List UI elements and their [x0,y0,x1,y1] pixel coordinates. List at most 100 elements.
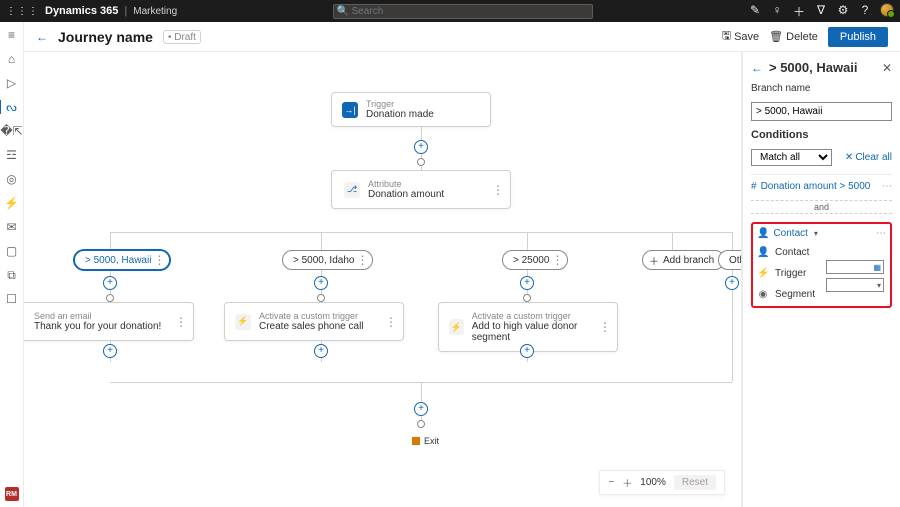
rail-journeys-icon[interactable]: ᔓ [6,100,17,114]
add-after-trigger[interactable]: + [414,140,428,154]
add-under-branch-1[interactable]: + [103,276,117,290]
journey-canvas[interactable]: →| Trigger Donation made + ⎇ Attribute [24,52,742,507]
add-icon[interactable]: ＋ [792,3,806,20]
add-after-action-3[interactable]: + [520,344,534,358]
settings-icon[interactable]: ⚙ [836,3,850,20]
avatar[interactable] [880,3,894,17]
condition-row[interactable]: # Donation amount > 5000 ⋯ [751,174,892,192]
plus-icon: ＋ [649,253,659,268]
rail-sms-icon[interactable]: ▢ [6,244,17,258]
global-search[interactable] [333,4,593,19]
connector-b1 [106,294,114,302]
connector-b2 [317,294,325,302]
add-under-branch-3[interactable]: + [520,276,534,290]
rail-chart-icon[interactable]: ⧉ [7,268,16,282]
assistant-icon[interactable]: ✎ [748,3,762,20]
add-after-action-1[interactable]: + [103,344,117,358]
rail-list-icon[interactable]: ☲ [6,148,17,162]
rail-profile[interactable]: RM [5,487,19,501]
rail-target-icon[interactable]: ◎ [6,172,16,186]
rail-mail-icon[interactable]: ✉ [6,220,16,234]
add-under-branch-2[interactable]: + [314,276,328,290]
branch-name-input[interactable] [751,102,892,121]
back-button[interactable]: ← [36,30,48,44]
clear-icon: ✕ [845,152,853,163]
condition-text: Donation amount > 5000 [761,181,871,192]
delete-button[interactable]: 🗑Delete [769,30,818,43]
action-node-1[interactable]: Send an email Thank you for your donatio… [24,302,194,341]
status-chip: • Draft [163,30,201,44]
select-caret-icon: ▾ [877,281,881,290]
branch-pill-2[interactable]: > 5000, Idaho⋮ [282,250,373,270]
properties-panel: ← > 5000, Hawaii ✕ Branch name Condition… [742,52,900,507]
attribute-field-slot[interactable]: ▦ [826,260,884,274]
branch-pill-other[interactable]: Other [718,250,742,270]
add-after-action-2[interactable]: + [314,344,328,358]
source-dropdown[interactable]: 👤 Contact▾ ⋯ [757,228,886,239]
rail-form-icon[interactable]: ☐ [6,292,17,306]
trigger-activate-icon: ⚡ [235,314,251,330]
match-select[interactable]: Match all [751,149,832,166]
save-icon: 🖫 [722,27,731,46]
attribute-text: Donation amount [368,189,444,200]
save-button[interactable]: 🖫Save [722,27,759,46]
and-separator: and [751,200,892,214]
publish-button[interactable]: Publish [828,27,888,47]
trigger-node[interactable]: →| Trigger Donation made [331,92,491,127]
lightbulb-icon[interactable]: ♀ [770,3,784,20]
zoom-level: 100% [640,477,666,488]
panel-close-button[interactable]: ✕ [882,61,892,75]
app-area: Marketing [133,6,177,17]
action-3-more[interactable]: ⋮ [599,320,611,334]
action-1-text: Thank you for your donation! [34,321,161,332]
branch-1-more[interactable]: ⋮ [153,253,165,267]
action-1-more[interactable]: ⋮ [175,315,187,329]
contact-icon: 👤 [757,228,769,239]
rail-play-icon[interactable]: ▷ [7,76,16,90]
attribute-source-picker: 👤 Contact▾ ⋯ 👤 Contact ⚡ Trigger ◉ S [751,222,892,308]
action-node-2[interactable]: ⚡ Activate a custom trigger Create sales… [224,302,404,341]
contact-option-icon: 👤 [757,247,769,258]
action-2-text: Create sales phone call [259,321,364,332]
source-option-contact[interactable]: 👤 Contact [757,245,886,260]
app-launcher[interactable]: ⋮⋮⋮ [6,6,39,17]
source-more[interactable]: ⋯ [876,228,886,239]
help-icon[interactable]: ? [858,3,872,20]
branch-pill-1[interactable]: > 5000, Hawaii⋮ [74,250,170,270]
zoom-reset-button[interactable]: Reset [674,475,716,490]
action-2-more[interactable]: ⋮ [385,315,397,329]
action-3-text: Add to high value donor segment [472,321,607,343]
add-branch-button[interactable]: ＋Add branch [642,250,725,270]
branch-3-more[interactable]: ⋮ [551,253,563,267]
conditions-heading: Conditions [751,129,892,141]
add-under-branch-other[interactable]: + [725,276,739,290]
branch-2-more[interactable]: ⋮ [356,253,368,267]
attribute-label: Attribute [368,179,444,189]
trigger-icon: →| [342,102,358,118]
rail-hamburger[interactable]: ≡ [8,28,15,42]
rail-home-icon[interactable]: ⌂ [8,52,15,66]
action-2-label: Activate a custom trigger [259,311,364,321]
zoom-controls: − ＋ 100% Reset [599,470,725,495]
open-picker-icon[interactable]: ▦ [873,263,881,272]
trigger-activate-icon-2: ⚡ [449,319,464,335]
condition-more[interactable]: ⋯ [882,181,892,192]
trigger-text: Donation made [366,109,434,120]
attribute-more[interactable]: ⋮ [492,183,504,197]
trigger-label: Trigger [366,99,434,109]
branch-pill-3[interactable]: > 25000⋮ [502,250,568,270]
attribute-node[interactable]: ⎇ Attribute Donation amount ⋮ [331,170,511,209]
zoom-in-button[interactable]: ＋ [622,475,632,490]
rail-bolt-icon[interactable]: ⚡ [4,196,19,210]
node-connector [417,158,425,166]
rail-people-icon[interactable]: �⇱ [0,124,22,138]
attribute-select-slot[interactable]: ▾ [826,278,884,292]
panel-back-button[interactable]: ← [751,61,763,75]
add-before-exit[interactable]: + [414,402,428,416]
filter-icon[interactable]: ∇ [814,3,828,20]
zoom-out-button[interactable]: − [608,477,614,488]
action-1-label: Send an email [34,311,161,321]
flag-icon [412,437,420,445]
branch-icon: ⎇ [344,182,360,198]
clear-all-button[interactable]: ✕ Clear all [845,152,892,163]
